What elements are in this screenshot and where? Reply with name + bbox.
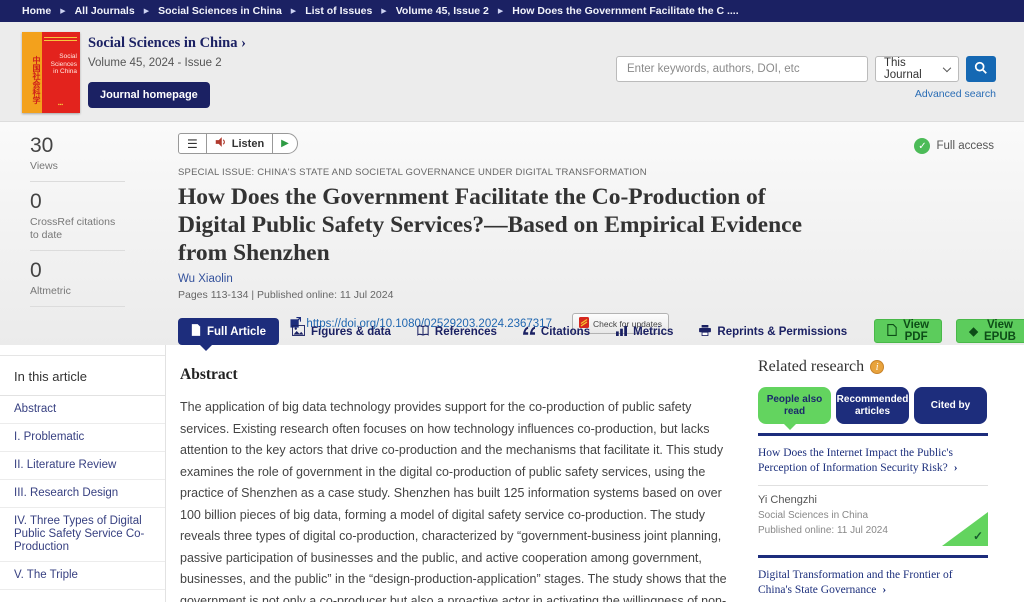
breadcrumb-home[interactable]: Home [22, 5, 51, 17]
article-metrics: 30 Views 0 CrossRef citations to date 0 … [30, 134, 125, 315]
breadcrumb-issue[interactable]: Volume 45, Issue 2 [396, 5, 489, 17]
listen-label: Listen [232, 138, 264, 150]
readspeaker-menu-button[interactable]: ☰ [179, 134, 207, 153]
toc-heading: In this article [0, 356, 165, 396]
in-this-article-sidebar: In this article Abstract I. Problematic … [0, 345, 166, 602]
journal-info: Social Sciences in China › Volume 45, 20… [88, 35, 246, 108]
tab-references[interactable]: References [404, 318, 510, 345]
related-article-link[interactable]: How Does the Internet Impact the Public'… [758, 436, 988, 486]
toc-item-research-design[interactable]: III. Research Design [0, 480, 165, 508]
check-icon: ✓ [973, 529, 983, 543]
speaker-icon [215, 136, 227, 151]
document-icon [191, 324, 201, 339]
tab-recommended-articles[interactable]: Recommended articles [836, 387, 909, 424]
toc-item-problematic[interactable]: I. Problematic [0, 424, 165, 452]
breadcrumb-article: How Does the Government Facilitate the C… [512, 5, 738, 17]
journal-title-link[interactable]: Social Sciences in China › [88, 35, 246, 52]
altmetric-count: 0 [30, 259, 125, 283]
breadcrumb-all-journals[interactable]: All Journals [75, 5, 135, 17]
pages-published-line: Pages 113-134 | Published online: 11 Jul… [178, 289, 828, 301]
breadcrumb-separator-icon: ▶ [291, 7, 296, 15]
tab-full-article[interactable]: Full Article [178, 318, 279, 345]
tab-figures-data[interactable]: Figures & data [279, 318, 404, 345]
pdf-document-icon [887, 324, 897, 339]
chevron-right-icon: › [241, 35, 246, 51]
author-link[interactable]: Wu Xiaolin [178, 273, 828, 285]
journal-cover-image[interactable]: 中国社会科学 Social Sciences in China ▪▪▪ [22, 32, 80, 113]
info-icon[interactable]: i [870, 360, 884, 374]
advanced-search-link[interactable]: Advanced search [616, 88, 996, 100]
altmetric-label: Altmetric [30, 285, 125, 298]
journal-banner: 中国社会科学 Social Sciences in China ▪▪▪ Soci… [0, 22, 1024, 122]
related-research-panel: Related research i People also read Reco… [758, 345, 988, 602]
breadcrumb-separator-icon: ▶ [498, 7, 503, 15]
hamburger-icon: ☰ [187, 137, 198, 151]
full-access-check-icon: ✓ [914, 138, 930, 154]
related-item: Digital Transformation and the Frontier … [758, 558, 988, 602]
chevron-right-icon: › [954, 462, 958, 474]
breadcrumb-list-of-issues[interactable]: List of Issues [305, 5, 372, 17]
book-icon [417, 325, 429, 339]
related-author: Yi Chengzhi [758, 494, 988, 506]
breadcrumb-separator-icon: ▶ [60, 7, 65, 15]
related-tabs: People also read Recommended articles Ci… [758, 387, 988, 424]
article-body: Abstract The application of big data tec… [166, 345, 758, 602]
breadcrumb-separator-icon: ▶ [144, 7, 149, 15]
toc-item-literature-review[interactable]: II. Literature Review [0, 452, 165, 480]
breadcrumb-journal[interactable]: Social Sciences in China [158, 5, 282, 17]
search-scope-value: This Journal [884, 57, 944, 81]
article-tabbar: Full Article Figures & data References C… [178, 318, 1024, 345]
image-icon [292, 325, 305, 339]
related-item: How Does the Internet Impact the Public'… [758, 436, 988, 558]
quote-icon [523, 326, 535, 338]
tab-reprints-permissions[interactable]: Reprints & Permissions [686, 318, 860, 345]
related-article-link[interactable]: Digital Transformation and the Frontier … [758, 558, 988, 602]
breadcrumb-separator-icon: ▶ [381, 7, 386, 15]
bar-chart-icon [616, 325, 627, 339]
journal-homepage-button[interactable]: Journal homepage [88, 82, 210, 108]
views-count: 30 [30, 134, 125, 158]
article-header: 30 Views 0 CrossRef citations to date 0 … [0, 122, 1024, 345]
search-input[interactable] [616, 56, 868, 82]
toc-item-section-v[interactable]: V. The Triple [0, 562, 165, 590]
view-pdf-button[interactable]: View PDF [874, 319, 942, 343]
tab-people-also-read[interactable]: People also read [758, 387, 831, 424]
views-label: Views [30, 160, 125, 173]
special-issue-label: SPECIAL ISSUE: CHINA'S STATE AND SOCIETA… [178, 167, 828, 178]
journal-cover-spine: 中国社会科学 [22, 32, 42, 113]
play-button[interactable]: ▶ [273, 134, 297, 153]
breadcrumb: Home ▶ All Journals ▶ Social Sciences in… [0, 0, 1024, 22]
search-scope-select[interactable]: This Journal [875, 56, 959, 82]
abstract-text: The application of big data technology p… [180, 397, 744, 602]
readspeaker-widget: ☰ Listen ▶ [178, 133, 298, 154]
crossref-count: 0 [30, 190, 125, 214]
toc-item-abstract[interactable]: Abstract [0, 396, 165, 424]
chevron-right-icon: › [882, 584, 886, 596]
search-button[interactable] [966, 56, 996, 82]
play-icon: ▶ [281, 138, 289, 149]
epub-diamond-icon: ◆ [969, 324, 978, 338]
full-access-label: Full access [936, 140, 994, 152]
crossref-label: CrossRef citations to date [30, 216, 125, 242]
journal-cover-title: Social Sciences in China [44, 53, 77, 76]
journal-issue[interactable]: Volume 45, 2024 - Issue 2 [88, 57, 246, 69]
toc-item-three-types[interactable]: IV. Three Types of Digital Public Safety… [0, 508, 165, 562]
search-icon [974, 61, 988, 78]
printer-icon [699, 325, 711, 339]
related-research-heading: Related research [758, 358, 864, 376]
tab-citations[interactable]: Citations [510, 318, 603, 345]
article-title: How Does the Government Facilitate the C… [178, 183, 803, 267]
abstract-heading: Abstract [180, 366, 758, 384]
full-access-badge: ✓ Full access [914, 138, 994, 154]
search-area: This Journal Advanced search [616, 56, 996, 100]
listen-button[interactable]: Listen [207, 134, 273, 153]
journal-cover-body: Social Sciences in China ▪▪▪ [42, 32, 80, 113]
view-epub-button[interactable]: ◆ View EPUB [956, 319, 1024, 343]
tab-metrics[interactable]: Metrics [603, 318, 686, 345]
tab-cited-by[interactable]: Cited by [914, 387, 987, 424]
